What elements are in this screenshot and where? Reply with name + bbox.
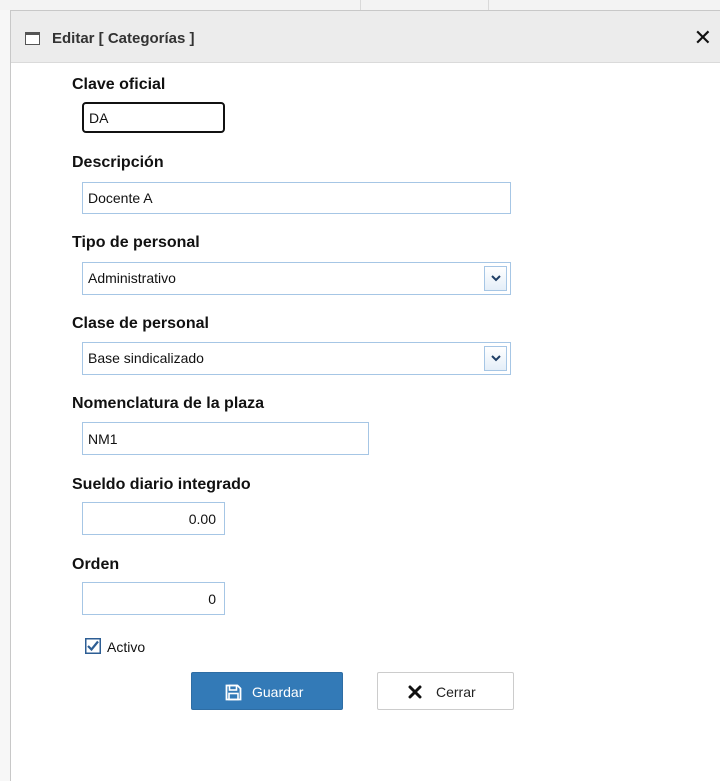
clave-input[interactable] (82, 102, 225, 133)
activo-label: Activo (107, 639, 146, 655)
window-icon (25, 32, 40, 45)
chevron-down-icon (491, 355, 501, 362)
save-button-label: Guardar (252, 684, 304, 700)
clase-label: Clase de personal (72, 315, 209, 332)
close-button-label: Cerrar (436, 684, 476, 700)
x-icon (408, 685, 422, 699)
clase-value: Base sindicalizado (88, 350, 204, 366)
save-button[interactable]: Guardar (191, 672, 343, 710)
descripcion-input[interactable] (82, 182, 511, 214)
descripcion-label: Descripción (72, 154, 164, 171)
orden-label: Orden (72, 556, 120, 573)
sueldo-label: Sueldo diario integrado (72, 476, 251, 493)
background-divider (360, 0, 361, 10)
clave-label: Clave oficial (72, 76, 166, 93)
nomenclatura-input[interactable] (82, 422, 369, 455)
clase-select[interactable]: Base sindicalizado (82, 342, 511, 375)
floppy-disk-icon (225, 684, 242, 701)
background-left-edge (0, 10, 10, 781)
close-button[interactable]: Cerrar (377, 672, 514, 710)
checkbox-checked-icon[interactable] (85, 638, 101, 654)
orden-input[interactable] (82, 582, 225, 615)
tipo-value: Administrativo (88, 270, 176, 286)
dialog-title: Editar [ Categorías ] (52, 30, 195, 47)
chevron-down-icon (491, 275, 501, 282)
tipo-select[interactable]: Administrativo (82, 262, 511, 295)
tipo-label: Tipo de personal (72, 234, 200, 251)
sueldo-input[interactable] (82, 502, 225, 535)
nomenclatura-label: Nomenclatura de la plaza (72, 395, 265, 412)
background-divider (488, 0, 489, 10)
dialog-titlebar: Editar [ Categorías ] ✕ (11, 11, 720, 63)
tipo-dropdown-button[interactable] (484, 266, 507, 291)
close-icon[interactable]: ✕ (694, 25, 712, 51)
clase-dropdown-button[interactable] (484, 346, 507, 371)
